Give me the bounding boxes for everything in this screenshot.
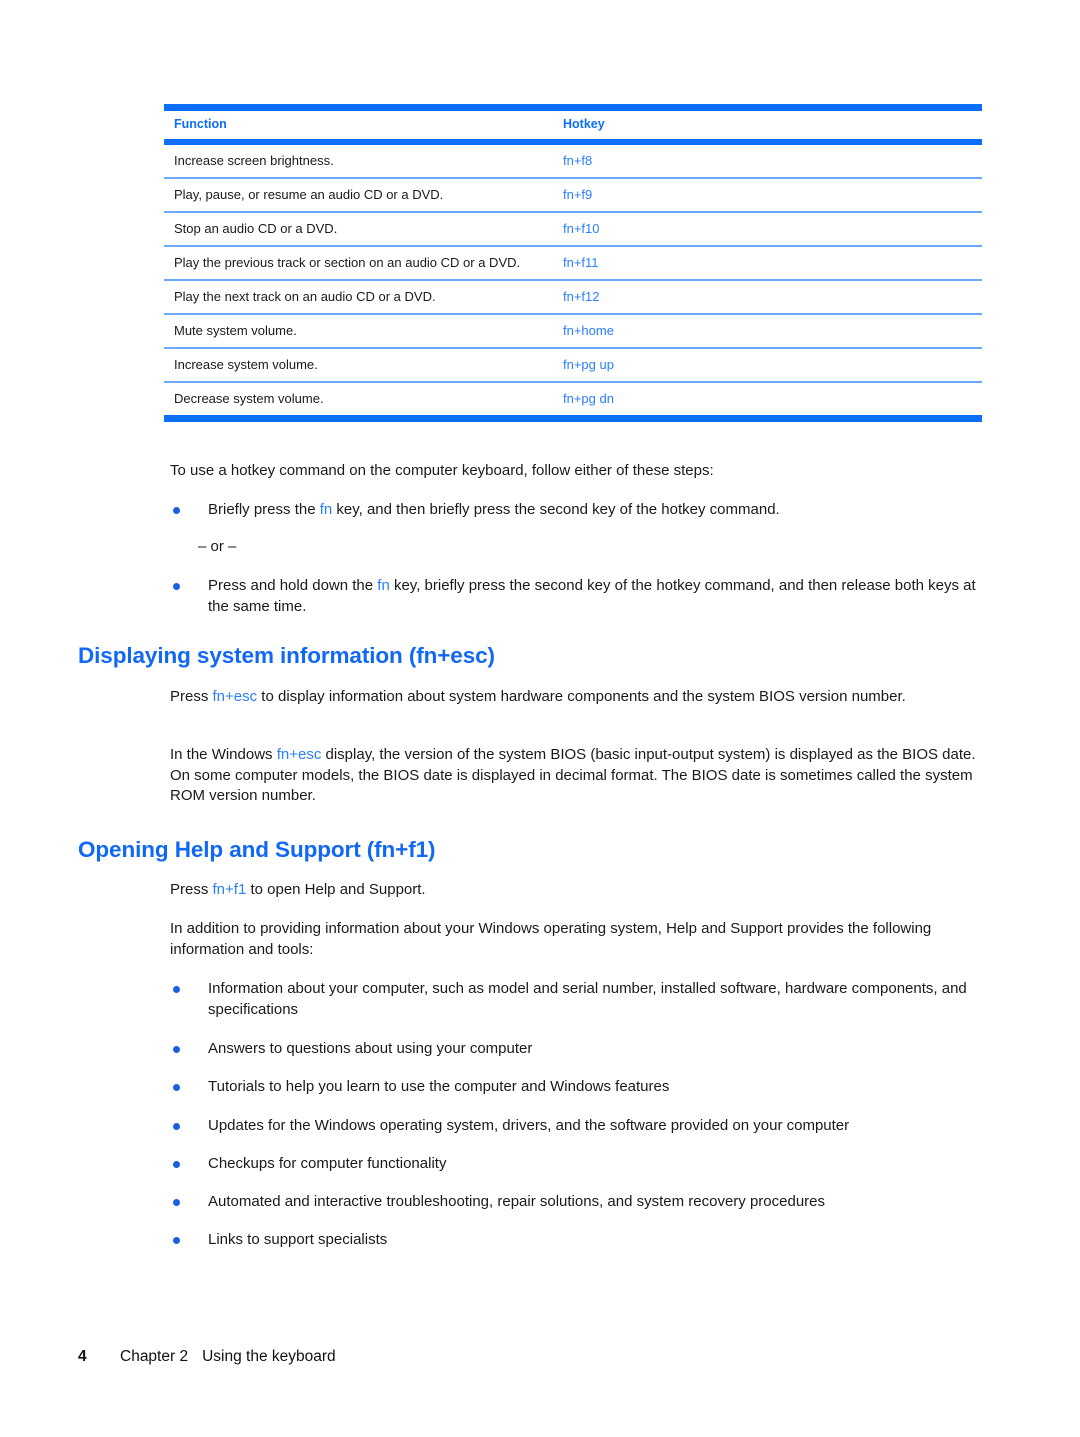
sysinfo-p1-before: Press: [170, 688, 213, 705]
table-row: Mute system volume. fn+home: [164, 315, 982, 347]
table-row: Play, pause, or resume an audio CD or a …: [164, 179, 982, 211]
list-item: Links to support specialists: [170, 1230, 982, 1251]
list-item-label: Automated and interactive troubleshootin…: [208, 1193, 825, 1210]
list-item: Information about your computer, such as…: [170, 979, 982, 1020]
cell-hotkey: fn+f10: [563, 220, 600, 236]
section-heading-system-information: Displaying system information (fn+esc): [78, 643, 495, 668]
step-one-before: Briefly press the: [208, 501, 320, 518]
list-item: Answers to questions about using your co…: [170, 1039, 982, 1060]
key-fn-esc: fn+esc: [276, 746, 322, 763]
bullet-icon: [173, 1046, 180, 1053]
bullet-icon: [173, 986, 180, 993]
list-item-label: Answers to questions about using your co…: [208, 1040, 533, 1057]
sysinfo-paragraph-one: Press fn+esc to display information abou…: [170, 687, 982, 708]
key-fn-esc: fn+esc: [212, 688, 258, 705]
cell-hotkey: fn+f9: [563, 186, 593, 202]
sysinfo-paragraph-two: In the Windows fn+esc display, the versi…: [170, 745, 982, 807]
cell-hotkey: fn+pg dn: [563, 390, 614, 406]
bullet-icon: [173, 583, 180, 590]
table-top-rule: [164, 104, 982, 111]
cell-function: Increase system volume.: [174, 356, 318, 372]
cell-hotkey: fn+pg up: [563, 356, 614, 372]
help-p1-before: Press: [170, 881, 213, 898]
list-item: Checkups for computer functionality: [170, 1154, 982, 1175]
bullet-icon: [173, 1123, 180, 1130]
table-row: Play the previous track or section on an…: [164, 247, 982, 279]
column-header-hotkey: Hotkey: [563, 117, 605, 132]
footer-chapter-label: Chapter 2: [120, 1348, 189, 1365]
key-fn-f1: fn+f1: [212, 881, 247, 898]
hotkey-table: Function Hotkey Increase screen brightne…: [164, 104, 982, 422]
cell-hotkey: fn+f12: [563, 288, 600, 304]
list-item: Press and hold down the fn key, briefly …: [170, 576, 982, 617]
cell-function: Increase screen brightness.: [174, 152, 334, 168]
cell-function: Play the previous track or section on an…: [174, 254, 521, 270]
table-header-row: Function Hotkey: [164, 111, 982, 139]
cell-hotkey: fn+f8: [563, 152, 593, 168]
page-footer: 4 Chapter 2 Using the keyboard: [78, 1348, 998, 1366]
cell-function: Play, pause, or resume an audio CD or a …: [174, 186, 444, 202]
bullet-icon: [173, 1199, 180, 1206]
bullet-icon: [173, 507, 180, 514]
list-item: Automated and interactive troubleshootin…: [170, 1192, 982, 1213]
list-item: Updates for the Windows operating system…: [170, 1116, 982, 1137]
document-page: Function Hotkey Increase screen brightne…: [0, 0, 1080, 1437]
sysinfo-p1-after: to display information about system hard…: [257, 688, 906, 705]
table-row: Stop an audio CD or a DVD. fn+f10: [164, 213, 982, 245]
table-row: Play the next track on an audio CD or a …: [164, 281, 982, 313]
cell-hotkey: fn+home: [563, 322, 614, 338]
or-separator-label: – or –: [198, 538, 237, 555]
table-bottom-rule: [164, 415, 982, 422]
list-item-label: Information about your computer, such as…: [208, 980, 967, 1018]
table-row: Increase system volume. fn+pg up: [164, 349, 982, 381]
section-heading-help-and-support: Opening Help and Support (fn+f1): [78, 837, 436, 862]
help-paragraph-two: In addition to providing information abo…: [170, 920, 932, 958]
cell-function: Mute system volume.: [174, 322, 297, 338]
cell-function: Play the next track on an audio CD or a …: [174, 288, 436, 304]
key-fn: fn: [377, 577, 390, 594]
list-item-label: Updates for the Windows operating system…: [208, 1117, 850, 1134]
cell-function: Decrease system volume.: [174, 390, 324, 406]
intro-lead-paragraph: To use a hotkey command on the computer …: [170, 462, 714, 479]
footer-chapter-title: Using the keyboard: [202, 1348, 336, 1365]
cell-function: Stop an audio CD or a DVD.: [174, 220, 338, 236]
cell-hotkey: fn+f11: [563, 254, 599, 270]
column-header-function: Function: [174, 117, 227, 132]
key-fn: fn: [319, 501, 333, 518]
list-item-label: Checkups for computer functionality: [208, 1155, 447, 1172]
bullet-icon: [173, 1084, 180, 1091]
list-item: Briefly press the fn key, and then brief…: [170, 500, 982, 521]
list-item-label: Tutorials to help you learn to use the c…: [208, 1078, 670, 1095]
table-row: Increase screen brightness. fn+f8: [164, 145, 982, 177]
step-two-before: Press and hold down the: [208, 577, 378, 594]
sysinfo-p2-before: In the Windows: [170, 746, 277, 763]
help-p1-after: to open Help and Support.: [246, 881, 426, 898]
table-row: Decrease system volume. fn+pg dn: [164, 383, 982, 415]
bullet-icon: [173, 1237, 180, 1244]
step-one-after: key, and then briefly press the second k…: [332, 501, 780, 518]
bullet-icon: [173, 1161, 180, 1168]
list-item-label: Links to support specialists: [208, 1231, 388, 1248]
list-item: Tutorials to help you learn to use the c…: [170, 1077, 982, 1098]
footer-page-number: 4: [78, 1348, 87, 1365]
help-paragraph-one: Press fn+f1 to open Help and Support.: [170, 880, 982, 901]
